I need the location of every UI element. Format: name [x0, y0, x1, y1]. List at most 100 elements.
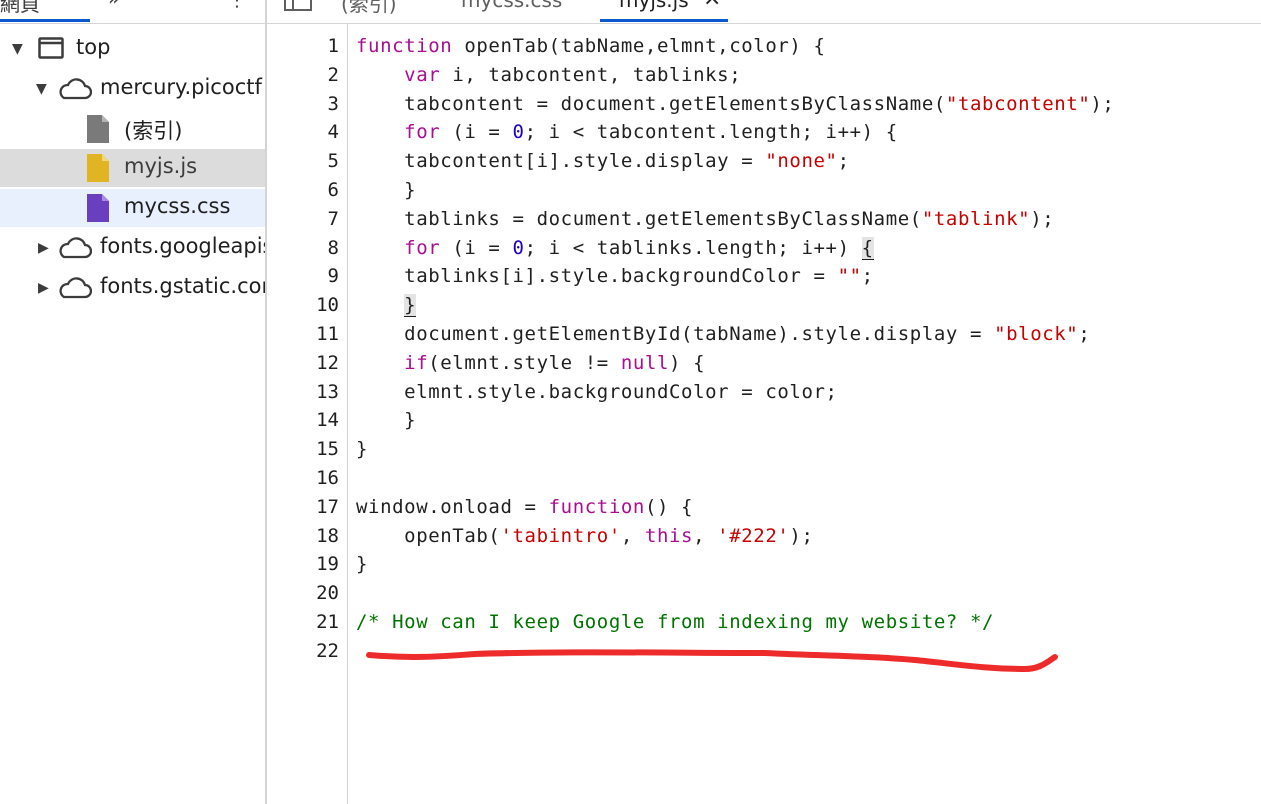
tree-item-mercury[interactable]: ▼ mercury.picoctf: [0, 70, 265, 108]
code-token: ;: [1078, 322, 1091, 345]
code-line[interactable]: 16: [316, 464, 1256, 493]
collapsed-triangle-icon[interactable]: ▶: [38, 229, 49, 267]
tree-item-myjs[interactable]: myjs.js: [0, 149, 265, 187]
code-area[interactable]: 1 function openTab(tabName,elmnt,color) {…: [316, 32, 1256, 666]
code-line[interactable]: 1 function openTab(tabName,elmnt,color) {: [328, 32, 1256, 61]
code-text: }: [356, 294, 417, 318]
collapsed-triangle-icon[interactable]: ▶: [38, 269, 49, 307]
line-number[interactable]: 2: [267, 61, 339, 90]
code-line[interactable]: 5 tabcontent[i].style.display = "none";: [328, 147, 1256, 176]
code-token: i, tabcontent, tablinks;: [440, 63, 742, 86]
kebab-menu-icon[interactable]: ⋮: [228, 0, 246, 11]
code-text: for (i = 0; i < tabcontent.length; i++) …: [356, 121, 898, 143]
code-token: function: [356, 35, 453, 57]
code-token: tablinks = document.getElementsByClassNa…: [356, 207, 922, 230]
editor-tab-mycss[interactable]: mycss.css: [461, 0, 562, 12]
tree-item-fonts-googleapis[interactable]: ▶ fonts.googleapis: [0, 229, 265, 267]
line-number[interactable]: 8: [267, 234, 339, 263]
line-number[interactable]: 4: [267, 118, 339, 147]
tab-page[interactable]: 網頁: [0, 0, 40, 17]
document-file-icon: [87, 115, 109, 143]
code-token: "none": [765, 150, 838, 173]
code-line[interactable]: 6 }: [328, 176, 1256, 205]
tree-item-top[interactable]: ▼ top: [0, 30, 265, 68]
code-line[interactable]: 10 }: [316, 291, 1256, 320]
code-line[interactable]: 18 openTab('tabintro', this, '#222');: [316, 522, 1256, 551]
code-line[interactable]: 15}: [316, 435, 1256, 464]
code-text: window.onload = function() {: [356, 496, 693, 518]
expanded-triangle-icon[interactable]: ▼: [12, 30, 23, 68]
editor-tab-myjs[interactable]: myjs.js: [619, 0, 689, 12]
line-number[interactable]: 3: [267, 90, 339, 119]
code-token: document.getElementById(tabName).style.d…: [356, 322, 995, 345]
code-text: if(elmnt.style != null) {: [356, 352, 705, 374]
code-token: (i =: [440, 121, 513, 144]
code-text: tabcontent = document.getElementsByClass…: [356, 93, 1114, 115]
code-text: }: [356, 179, 416, 201]
code-text: tablinks = document.getElementsByClassNa…: [356, 208, 1054, 230]
tree-item-index[interactable]: (索引): [0, 110, 265, 148]
code-token: 'tabintro': [500, 524, 621, 547]
code-line[interactable]: 14 }: [316, 406, 1256, 435]
code-token: );: [1090, 92, 1115, 115]
line-number[interactable]: 22: [267, 637, 339, 666]
line-number[interactable]: 18: [267, 522, 339, 551]
code-line[interactable]: 17 window.onload = function() {: [316, 493, 1256, 522]
line-number[interactable]: 10: [267, 291, 339, 320]
code-text: /* How can I keep Google from indexing m…: [356, 611, 994, 633]
code-token: tabcontent[i].style.display =: [356, 150, 766, 173]
line-number[interactable]: 6: [267, 176, 339, 205]
code-line[interactable]: 9 tablinks[i].style.backgroundColor = ""…: [328, 262, 1256, 291]
line-number[interactable]: 15: [267, 435, 339, 464]
code-line[interactable]: 20: [316, 579, 1256, 608]
toggle-navigator-icon[interactable]: [283, 0, 313, 14]
line-number[interactable]: 12: [267, 349, 339, 378]
line-number[interactable]: 9: [267, 262, 339, 291]
code-token: );: [1030, 207, 1055, 230]
code-line[interactable]: 12 if(elmnt.style != null) {: [316, 349, 1256, 378]
cloud-icon: [59, 78, 92, 100]
line-number[interactable]: 17: [267, 493, 339, 522]
code-line[interactable]: 3 tabcontent = document.getElementsByCla…: [328, 90, 1256, 119]
code-line[interactable]: 19}: [316, 550, 1256, 579]
active-tab-indicator: [0, 19, 90, 22]
code-text: elmnt.style.backgroundColor = color;: [356, 381, 838, 403]
line-number[interactable]: 20: [267, 579, 339, 608]
more-tabs-icon[interactable]: »: [108, 0, 120, 10]
code-token: this: [644, 524, 694, 547]
code-token: () {: [644, 495, 694, 518]
line-number[interactable]: 5: [267, 147, 339, 176]
code-line[interactable]: 4 for (i = 0; i < tabcontent.length; i++…: [328, 118, 1256, 147]
code-text: openTab('tabintro', this, '#222');: [356, 525, 813, 547]
cloud-icon: [59, 277, 92, 299]
code-token: '#222': [717, 524, 790, 547]
code-text: var i, tabcontent, tablinks;: [356, 64, 741, 86]
code-line[interactable]: 7 tablinks = document.getElementsByClass…: [328, 205, 1256, 234]
line-number[interactable]: 16: [267, 464, 339, 493]
line-number[interactable]: 11: [267, 320, 339, 349]
tree-label-top: top: [76, 35, 111, 59]
editor-tab-index[interactable]: (索引): [341, 0, 397, 17]
code-token: /* How can I keep Google from indexing m…: [356, 610, 995, 633]
tree-item-mycss[interactable]: mycss.css: [0, 189, 265, 227]
line-number[interactable]: 14: [267, 406, 339, 435]
line-number[interactable]: 7: [267, 205, 339, 234]
code-line[interactable]: 8 for (i = 0; i < tablinks.length; i++) …: [328, 234, 1256, 263]
code-token: for: [404, 121, 441, 144]
expanded-triangle-icon[interactable]: ▼: [36, 70, 47, 108]
tree-item-fonts-gstatic[interactable]: ▶ fonts.gstatic.com: [0, 269, 265, 307]
line-number[interactable]: 19: [267, 550, 339, 579]
code-line[interactable]: 11 document.getElementById(tabName).styl…: [316, 320, 1256, 349]
line-number[interactable]: 1: [267, 32, 339, 61]
line-number[interactable]: 13: [267, 378, 339, 407]
line-number[interactable]: 21: [267, 608, 339, 637]
code-line[interactable]: 13 elmnt.style.backgroundColor = color;: [316, 378, 1256, 407]
code-line[interactable]: 2 var i, tabcontent, tablinks;: [328, 61, 1256, 90]
code-line[interactable]: 21/* How can I keep Google from indexing…: [316, 608, 1256, 637]
frame-window-icon: [38, 37, 64, 59]
close-tab-icon[interactable]: ×: [703, 0, 721, 11]
tree-label-myjs: myjs.js: [124, 154, 198, 178]
